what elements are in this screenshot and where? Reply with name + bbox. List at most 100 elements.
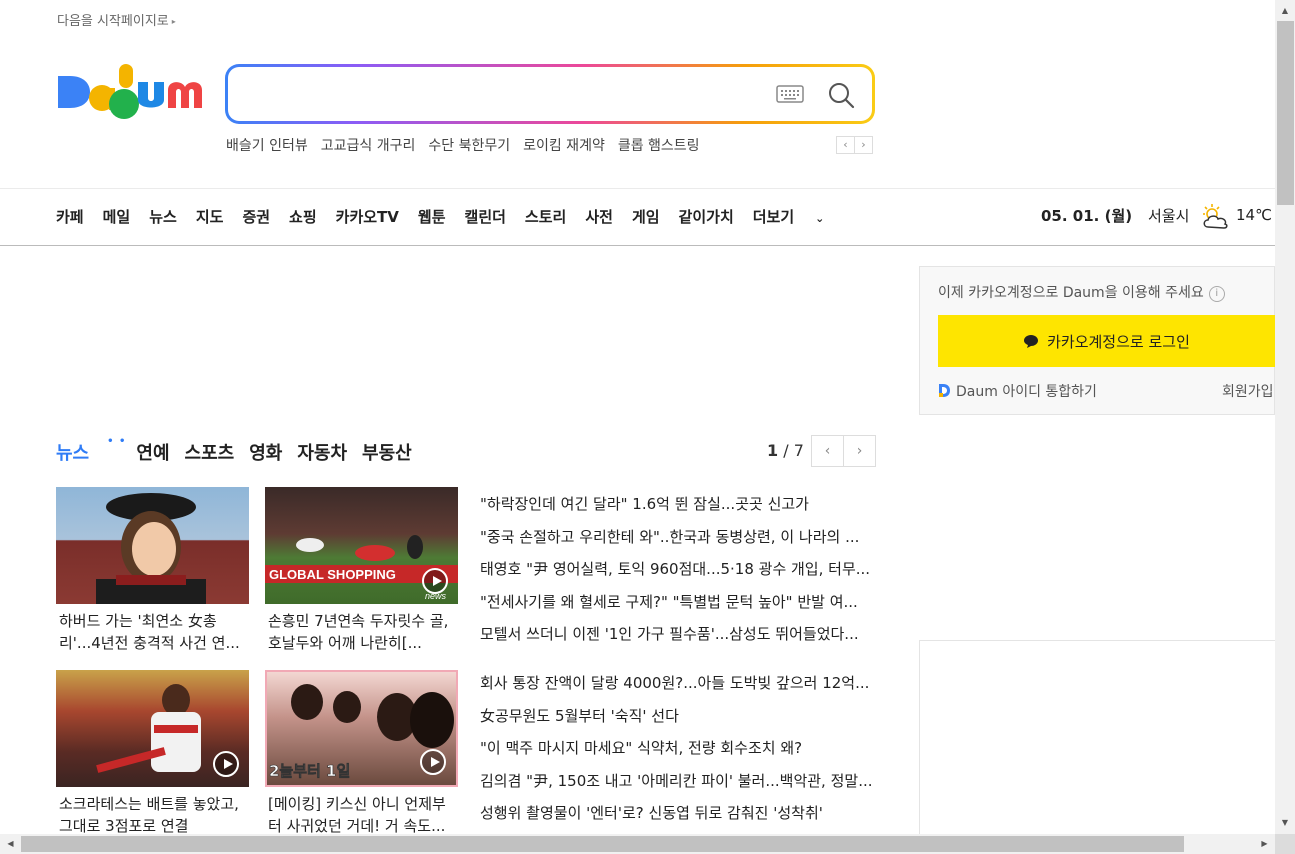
arrow-right-icon: ▸ xyxy=(171,17,176,26)
scroll-down-icon[interactable]: ▼ xyxy=(1275,814,1295,831)
headline-item[interactable]: "전세사기를 왜 혈세로 구제?" "특별법 문턱 높아" 반발 여... xyxy=(480,586,875,619)
daum-d-icon xyxy=(939,384,950,397)
nav-item-mail[interactable]: 메일 xyxy=(103,206,131,227)
daum-logo[interactable] xyxy=(56,60,202,124)
svg-text:2늘부터 1일: 2늘부터 1일 xyxy=(269,762,350,780)
headline-list: "하락장인데 여긴 달라" 1.6억 뛴 잠실...곳곳 신고가 "중국 손절하… xyxy=(480,488,875,651)
scrollbar-corner xyxy=(1275,834,1295,854)
headline-item[interactable]: 회사 통장 잔액이 달랑 4000원?...아들 도박빚 갚으러 12억... xyxy=(480,667,875,700)
news-card[interactable]: GLOBAL SHOPPING news 손흥민 7년연속 두자릿수 골, 호날… xyxy=(265,487,458,654)
headline-item[interactable]: 女공무원도 5월부터 '숙직' 선다 xyxy=(480,700,875,733)
nav-item-game[interactable]: 게임 xyxy=(632,206,660,227)
nav-item-cafe[interactable]: 카페 xyxy=(56,206,84,227)
date-display: 05. 01. (월) xyxy=(1041,207,1133,225)
nav-item-news[interactable]: 뉴스 xyxy=(149,206,177,227)
play-icon[interactable] xyxy=(213,751,239,777)
nav-item-more[interactable]: 더보기 ⌄ xyxy=(753,206,844,227)
tab-car[interactable]: 자동차 xyxy=(297,439,347,465)
page-total: / 7 xyxy=(778,441,804,460)
news-thumbnail[interactable] xyxy=(56,487,249,604)
headline-list: 회사 통장 잔액이 달랑 4000원?...아들 도박빚 갚으러 12억... … xyxy=(480,667,875,830)
news-card-caption[interactable]: 하버드 가는 '최연소 女총리'...4년전 충격적 사건 연... xyxy=(56,610,249,654)
kakao-login-button[interactable]: 카카오계정으로 로그인 xyxy=(938,315,1275,367)
nav-item-kakaotv[interactable]: 카카오TV xyxy=(336,206,399,227)
scroll-up-icon[interactable]: ▲ xyxy=(1275,2,1295,19)
hot-prev-button[interactable]: ‹ xyxy=(836,136,855,154)
nav-item-dictionary[interactable]: 사전 xyxy=(585,206,613,227)
headline-item[interactable]: "이 맥주 마시지 마세요" 식약처, 전량 회수조치 왜? xyxy=(480,732,875,765)
speech-bubble-icon xyxy=(1024,334,1039,348)
tab-sports[interactable]: 스포츠 xyxy=(185,439,235,465)
nav-item-together[interactable]: 같이가치 xyxy=(679,206,734,227)
search-icon[interactable] xyxy=(826,80,856,110)
search-input[interactable] xyxy=(244,77,764,111)
vertical-scroll-thumb[interactable] xyxy=(1277,21,1294,205)
news-tabs: 뉴스 • • 연예 스포츠 영화 자동차 부동산 xyxy=(56,436,427,465)
news-card[interactable]: 소크라테스는 배트를 놓았고, 그대로 3점포로 연결 xyxy=(56,670,249,837)
news-thumbnail[interactable]: 2늘부터 1일 xyxy=(265,670,458,787)
scroll-left-icon[interactable]: ◀ xyxy=(2,834,19,854)
more-label: 더보기 xyxy=(752,208,795,226)
start-page-label[interactable]: 다음을 시작페이지로 xyxy=(57,14,169,29)
thumbnail-image xyxy=(96,493,206,604)
search-box[interactable] xyxy=(225,64,875,124)
tab-realestate[interactable]: 부동산 xyxy=(362,439,412,465)
scroll-right-icon[interactable]: ▶ xyxy=(1256,834,1273,854)
horizontal-scroll-thumb[interactable] xyxy=(21,836,1184,852)
tab-entertainment[interactable]: 연예 xyxy=(136,439,169,465)
news-thumbnail[interactable] xyxy=(56,670,249,787)
news-page-nav: ‹ › xyxy=(811,435,876,467)
signup-link[interactable]: 회원가입 xyxy=(1222,381,1274,401)
hot-keyword[interactable]: 클롭 햄스트링 xyxy=(618,135,700,155)
hot-next-button[interactable]: › xyxy=(854,136,873,154)
login-panel: 이제 카카오계정으로 Daum을 이용해 주세요 i 카카오계정으로 로그인 Da… xyxy=(919,266,1275,415)
hot-keyword-nav: ‹ › xyxy=(836,136,873,154)
news-next-button[interactable]: › xyxy=(843,435,876,467)
news-card[interactable]: 하버드 가는 '최연소 女총리'...4년전 충격적 사건 연... xyxy=(56,487,249,654)
chevron-down-icon: ⌄ xyxy=(815,212,825,225)
login-message: 이제 카카오계정으로 Daum을 이용해 주세요 xyxy=(938,285,1204,301)
nav-item-story[interactable]: 스토리 xyxy=(525,206,566,227)
headline-item[interactable]: 김의겸 "尹, 150조 내고 '아메리칸 파이' 불러...백악관, 정말..… xyxy=(480,765,875,798)
keyboard-icon[interactable] xyxy=(776,84,804,104)
tab-movie[interactable]: 영화 xyxy=(249,439,282,465)
nav-item-map[interactable]: 지도 xyxy=(196,206,224,227)
start-page-link[interactable]: 다음을 시작페이지로 ▸ xyxy=(57,10,176,29)
hot-keyword[interactable]: 수단 북한무기 xyxy=(428,135,510,155)
nav-item-webtoon[interactable]: 웹툰 xyxy=(418,206,446,227)
news-card-caption[interactable]: [메이킹] 키스신 아니 언제부터 사귀었던 거데! 거 속도... xyxy=(265,793,458,837)
headline-item[interactable]: 성행위 촬영물이 '엔터'로? 신동엽 뒤로 감춰진 '성착취' xyxy=(480,797,875,830)
news-card-caption[interactable]: 손흥민 7년연속 두자릿수 골, 호날두와 어깨 나란히[... xyxy=(265,610,458,654)
news-prev-button[interactable]: ‹ xyxy=(811,435,844,467)
play-icon[interactable] xyxy=(422,568,448,594)
side-content-box xyxy=(919,640,1275,840)
headline-item[interactable]: 모텔서 쓰더니 이젠 '1인 가구 필수품'...삼성도 뛰어들었다... xyxy=(480,618,875,651)
info-icon[interactable]: i xyxy=(1208,286,1225,302)
global-nav: 카페 메일 뉴스 지도 증권 쇼핑 카카오TV 웹툰 캘린더 스토리 사전 게임… xyxy=(0,188,1275,246)
vertical-scrollbar[interactable]: ▲ ▼ xyxy=(1275,0,1295,834)
hot-keyword[interactable]: 배슬기 인터뷰 xyxy=(226,135,308,155)
news-pager: 1 / 7 xyxy=(767,441,804,460)
daum-id-merge-link[interactable]: Daum 아이디 통합하기 xyxy=(938,381,1097,401)
weather-city[interactable]: 서울시 xyxy=(1148,205,1189,226)
horizontal-scrollbar[interactable]: ◀ ▶ xyxy=(0,834,1275,854)
news-thumbnail[interactable]: GLOBAL SHOPPING news xyxy=(265,487,458,604)
partly-cloudy-icon xyxy=(1203,204,1228,229)
tab-news[interactable]: 뉴스 xyxy=(56,439,89,465)
daum-id-merge-label: Daum 아이디 통합하기 xyxy=(956,384,1097,400)
headline-item[interactable]: 태영호 "尹 영어실력, 토익 960점대...5·18 광수 개입, 터무..… xyxy=(480,553,875,586)
headline-item[interactable]: "중국 손절하고 우리한테 와"..한국과 동병상련, 이 나라의 ... xyxy=(480,521,875,554)
tab-indicator-dots: • • xyxy=(107,436,127,447)
nav-item-shopping[interactable]: 쇼핑 xyxy=(289,206,317,227)
hot-keywords: 배슬기 인터뷰 고교급식 개구리 수단 북한무기 로이킴 재계약 클롭 햄스트링 xyxy=(226,135,713,155)
login-message-row: 이제 카카오계정으로 Daum을 이용해 주세요 i xyxy=(938,282,1225,302)
hot-keyword[interactable]: 고교급식 개구리 xyxy=(321,135,416,155)
news-card-caption[interactable]: 소크라테스는 배트를 놓았고, 그대로 3점포로 연결 xyxy=(56,793,249,837)
news-card[interactable]: 2늘부터 1일 [메이킹] 키스신 아니 언제부터 사귀었던 거데! 거 속도.… xyxy=(265,670,458,837)
nav-item-calendar[interactable]: 캘린더 xyxy=(465,206,506,227)
headline-item[interactable]: "하락장인데 여긴 달라" 1.6억 뛴 잠실...곳곳 신고가 xyxy=(480,488,875,521)
nav-item-stock[interactable]: 증권 xyxy=(242,206,270,227)
hot-keyword[interactable]: 로이킴 재계약 xyxy=(523,135,605,155)
play-icon[interactable] xyxy=(420,749,446,775)
page-current: 1 xyxy=(767,441,779,460)
